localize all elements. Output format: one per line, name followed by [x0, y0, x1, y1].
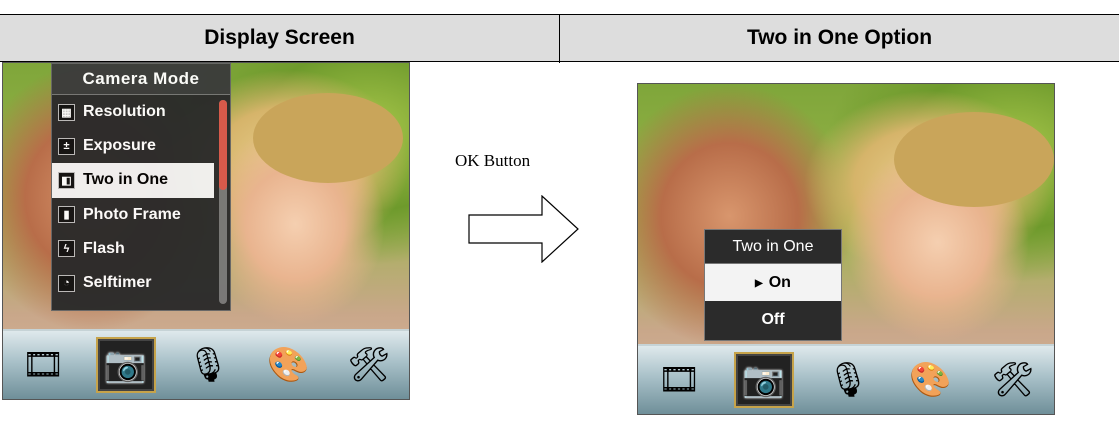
- menu-item-resolution[interactable]: ▦ Resolution: [52, 95, 214, 129]
- effects-palette-button[interactable]: 🎨: [260, 339, 316, 391]
- display-screen-left: Camera Mode ▦ Resolution ± Exposure ◧ Two in …: [2, 62, 410, 400]
- settings-tools-icon: 🛠: [347, 346, 391, 384]
- two-in-one-icon: ◧: [58, 171, 75, 189]
- settings-tools-icon: 🛠: [991, 361, 1035, 399]
- menu-item-label: Flash: [83, 239, 125, 257]
- menu-item-two-in-one[interactable]: ◧ Two in One: [52, 163, 214, 198]
- voice-record-icon: 🎙: [186, 346, 230, 384]
- menu-item-label: Exposure: [83, 137, 156, 155]
- voice-record-button[interactable]: 🎙: [180, 339, 236, 391]
- effects-palette-button[interactable]: 🎨: [902, 354, 958, 406]
- selftimer-icon: ◔: [58, 274, 75, 292]
- photo-frame-icon: ▮: [58, 206, 75, 224]
- two-in-one-screen-right: Two in One ▶ On Off 🎞 📷 🎙 🎨 🛠: [637, 83, 1055, 415]
- option-label: Off: [761, 311, 785, 328]
- camera-mode-button[interactable]: 📷: [733, 352, 794, 408]
- voice-record-button[interactable]: 🎙: [820, 354, 876, 406]
- resolution-icon: ▦: [58, 103, 75, 121]
- selected-pointer-icon: ▶: [755, 278, 763, 289]
- camera-mode-icon: 📷: [742, 361, 785, 399]
- video-mode-button[interactable]: 🎞: [651, 354, 707, 406]
- video-mode-icon: 🎞: [21, 346, 65, 384]
- camera-mode-icon: 📷: [104, 346, 147, 384]
- menu-item-selftimer[interactable]: ◔ Selftimer: [52, 266, 214, 300]
- camera-mode-menu: Camera Mode ▦ Resolution ± Exposure ◧ Two in …: [51, 63, 231, 311]
- voice-record-icon: 🎙: [826, 361, 870, 399]
- settings-tools-button[interactable]: 🛠: [341, 339, 397, 391]
- option-label: On: [768, 274, 791, 291]
- right-arrow-icon: [468, 195, 579, 263]
- menu-title: Camera Mode: [52, 64, 230, 95]
- two-in-one-popup: Two in One ▶ On Off: [704, 229, 842, 341]
- popup-title: Two in One: [705, 230, 841, 264]
- mode-toolbar: 🎞 📷 🎙 🎨 🛠: [638, 344, 1054, 414]
- ok-button-label: OK Button: [455, 151, 531, 170]
- column-header-display-screen: Display Screen: [204, 26, 355, 49]
- menu-item-exposure[interactable]: ± Exposure: [52, 129, 214, 163]
- menu-item-label: Resolution: [83, 103, 166, 121]
- menu-scroll-thumb[interactable]: [219, 100, 227, 190]
- menu-item-label: Selftimer: [83, 274, 152, 292]
- option-on[interactable]: ▶ On: [705, 264, 841, 301]
- exposure-icon: ±: [58, 137, 75, 155]
- flash-icon: ϟ: [58, 240, 75, 258]
- effects-palette-icon: 🎨: [909, 361, 952, 399]
- video-mode-icon: 🎞: [657, 361, 701, 399]
- option-off[interactable]: Off: [705, 301, 841, 338]
- menu-item-flash[interactable]: ϟ Flash: [52, 232, 214, 266]
- menu-scrollbar[interactable]: [219, 100, 227, 304]
- video-mode-button[interactable]: 🎞: [15, 339, 71, 391]
- effects-palette-icon: 🎨: [267, 346, 310, 384]
- camera-mode-button[interactable]: 📷: [95, 337, 156, 393]
- column-divider: [559, 15, 560, 63]
- menu-item-label: Photo Frame: [83, 205, 181, 223]
- column-header-two-in-one-option: Two in One Option: [746, 26, 933, 49]
- settings-tools-button[interactable]: 🛠: [985, 354, 1041, 406]
- mode-toolbar: 🎞 📷 🎙 🎨 🛠: [3, 329, 409, 399]
- menu-item-label: Two in One: [83, 171, 169, 189]
- menu-item-photo-frame[interactable]: ▮ Photo Frame: [52, 198, 214, 232]
